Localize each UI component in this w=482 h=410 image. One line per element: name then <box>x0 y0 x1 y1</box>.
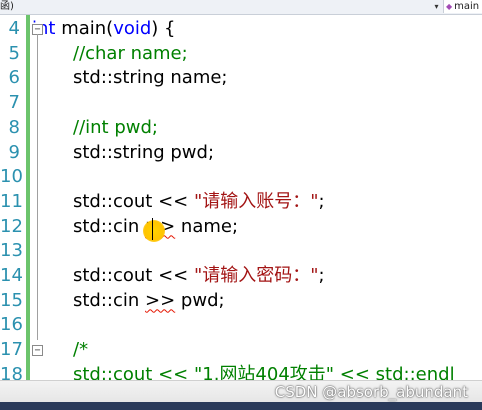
scope-dropdown-text[interactable]: 函) <box>0 0 14 13</box>
code-token: "请输入密码：" <box>193 265 319 286</box>
line-number-gutter: 4 5 6 7 8 9 10 11 12 13 14 15 16 17 18 <box>0 15 24 385</box>
code-token: //char name; <box>73 42 188 64</box>
code-token: void <box>113 18 152 39</box>
line-number: 13 <box>0 240 23 262</box>
change-tracking-margin <box>26 15 30 380</box>
watermark: CSDN @absorb_abundant <box>274 383 468 401</box>
line-number: 17 <box>0 339 23 361</box>
code-token: >> <box>145 289 176 311</box>
function-icon: ◆ <box>446 2 453 11</box>
code-line[interactable]: std::cout << "请输入密码："; <box>73 264 325 288</box>
line-number: 7 <box>8 92 20 114</box>
line-number: 4 <box>8 18 20 39</box>
code-token: /* <box>73 339 89 361</box>
member-dropdown[interactable]: ◆ main <box>443 0 482 13</box>
code-line[interactable]: //char name; <box>73 42 188 66</box>
line-number: 10 <box>0 166 23 188</box>
member-dropdown-label: main <box>454 1 480 12</box>
code-token: "请输入账号：" <box>193 190 319 212</box>
line-number: 9 <box>8 141 20 163</box>
line-number: 6 <box>8 67 20 89</box>
fold-guide-line <box>37 34 38 341</box>
code-token: ; <box>318 190 325 212</box>
code-line[interactable]: /* <box>73 338 88 362</box>
line-number: 16 <box>0 314 23 336</box>
code-editor[interactable]: int main(void) {//char name;std::string … <box>32 15 482 385</box>
code-line[interactable]: std::cout << "请输入账号："; <box>73 190 325 214</box>
chevron-down-icon[interactable]: ▾ <box>432 1 441 12</box>
line-number: 5 <box>8 42 20 64</box>
code-token: std::string name; <box>73 67 228 89</box>
code-token: //int pwd; <box>73 116 158 138</box>
line-number: 14 <box>0 265 23 286</box>
status-bar <box>0 402 482 410</box>
code-token: ; <box>318 265 325 286</box>
code-line[interactable]: std::cin >> pwd; <box>73 289 225 313</box>
editor-navigation-bar: 函) ▾ ◆ main <box>0 0 482 15</box>
line-number: 11 <box>0 190 23 212</box>
line-number: 8 <box>8 116 20 138</box>
code-token: name; <box>175 215 239 237</box>
code-line[interactable]: int main(void) { <box>32 17 175 41</box>
code-token: main( <box>55 18 114 39</box>
code-token: std::string pwd; <box>73 141 215 163</box>
code-token: pwd; <box>175 289 225 311</box>
code-token: std::cin <box>73 215 146 237</box>
mouse-highlight-icon <box>143 220 165 242</box>
line-number: 12 <box>0 215 23 237</box>
text-caret <box>152 218 153 240</box>
collapse-region-icon[interactable]: − <box>32 345 43 357</box>
code-line[interactable]: std::string name; <box>73 66 228 90</box>
code-line[interactable]: std::string pwd; <box>73 141 214 165</box>
code-token: ) { <box>151 18 176 39</box>
code-token: std::cin <box>73 289 146 311</box>
code-token: std::cout << <box>73 190 194 212</box>
line-number: 15 <box>0 289 23 311</box>
code-line[interactable]: //int pwd; <box>73 116 158 140</box>
code-token: std::cout << <box>73 265 194 286</box>
